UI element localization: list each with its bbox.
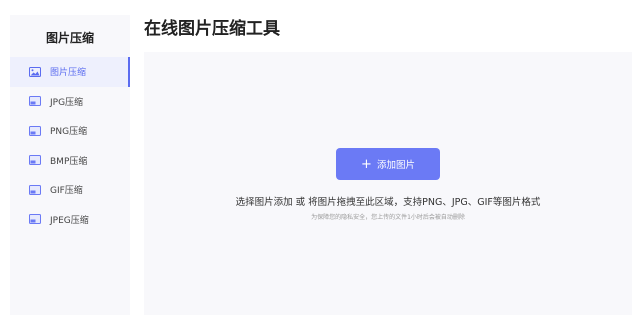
sidebar-item-label: PNG压缩 (50, 127, 88, 138)
sidebar: 图片压缩 图片压缩 JPG压缩 PNG压缩 BMP压缩 GIF压缩 JPEG压缩 (10, 15, 130, 315)
sidebar-item-gif-compress[interactable]: GIF压缩 (10, 175, 130, 205)
sidebar-item-label: GIF压缩 (50, 186, 83, 197)
sidebar-item-label: JPG压缩 (50, 97, 84, 108)
jpg-file-icon (29, 96, 41, 107)
privacy-note: 为保障您的隐私安全，您上传的文件1小时后会被自动删除 (311, 214, 465, 221)
jpeg-file-icon (29, 214, 41, 225)
plus-icon: + (361, 156, 372, 172)
add-image-button-label: 添加图片 (376, 160, 415, 171)
sidebar-item-jpg-compress[interactable]: JPG压缩 (10, 87, 130, 117)
png-file-icon (29, 125, 41, 136)
sidebar-nav: 图片压缩 JPG压缩 PNG压缩 BMP压缩 GIF压缩 JPEG压缩 (10, 57, 130, 234)
dropzone-instruction: 选择图片添加 或 将图片拖拽至此区域，支持PNG、JPG、GIF等图片格式 (235, 197, 541, 208)
image-icon (29, 66, 41, 77)
gif-file-icon (29, 184, 41, 195)
bmp-file-icon (29, 155, 41, 166)
sidebar-item-image-compress[interactable]: 图片压缩 (10, 57, 130, 87)
sidebar-item-label: BMP压缩 (50, 156, 88, 167)
add-image-button[interactable]: + 添加图片 (336, 148, 440, 180)
sidebar-item-label: JPEG压缩 (50, 215, 89, 226)
upload-dropzone[interactable]: + 添加图片 选择图片添加 或 将图片拖拽至此区域，支持PNG、JPG、GIF等… (144, 52, 632, 315)
sidebar-title: 图片压缩 (45, 31, 94, 45)
page-title: 在线图片压缩工具 (144, 19, 280, 39)
sidebar-item-jpeg-compress[interactable]: JPEG压缩 (10, 205, 130, 235)
sidebar-item-png-compress[interactable]: PNG压缩 (10, 116, 130, 146)
sidebar-item-label: 图片压缩 (50, 68, 87, 79)
sidebar-item-bmp-compress[interactable]: BMP压缩 (10, 146, 130, 176)
